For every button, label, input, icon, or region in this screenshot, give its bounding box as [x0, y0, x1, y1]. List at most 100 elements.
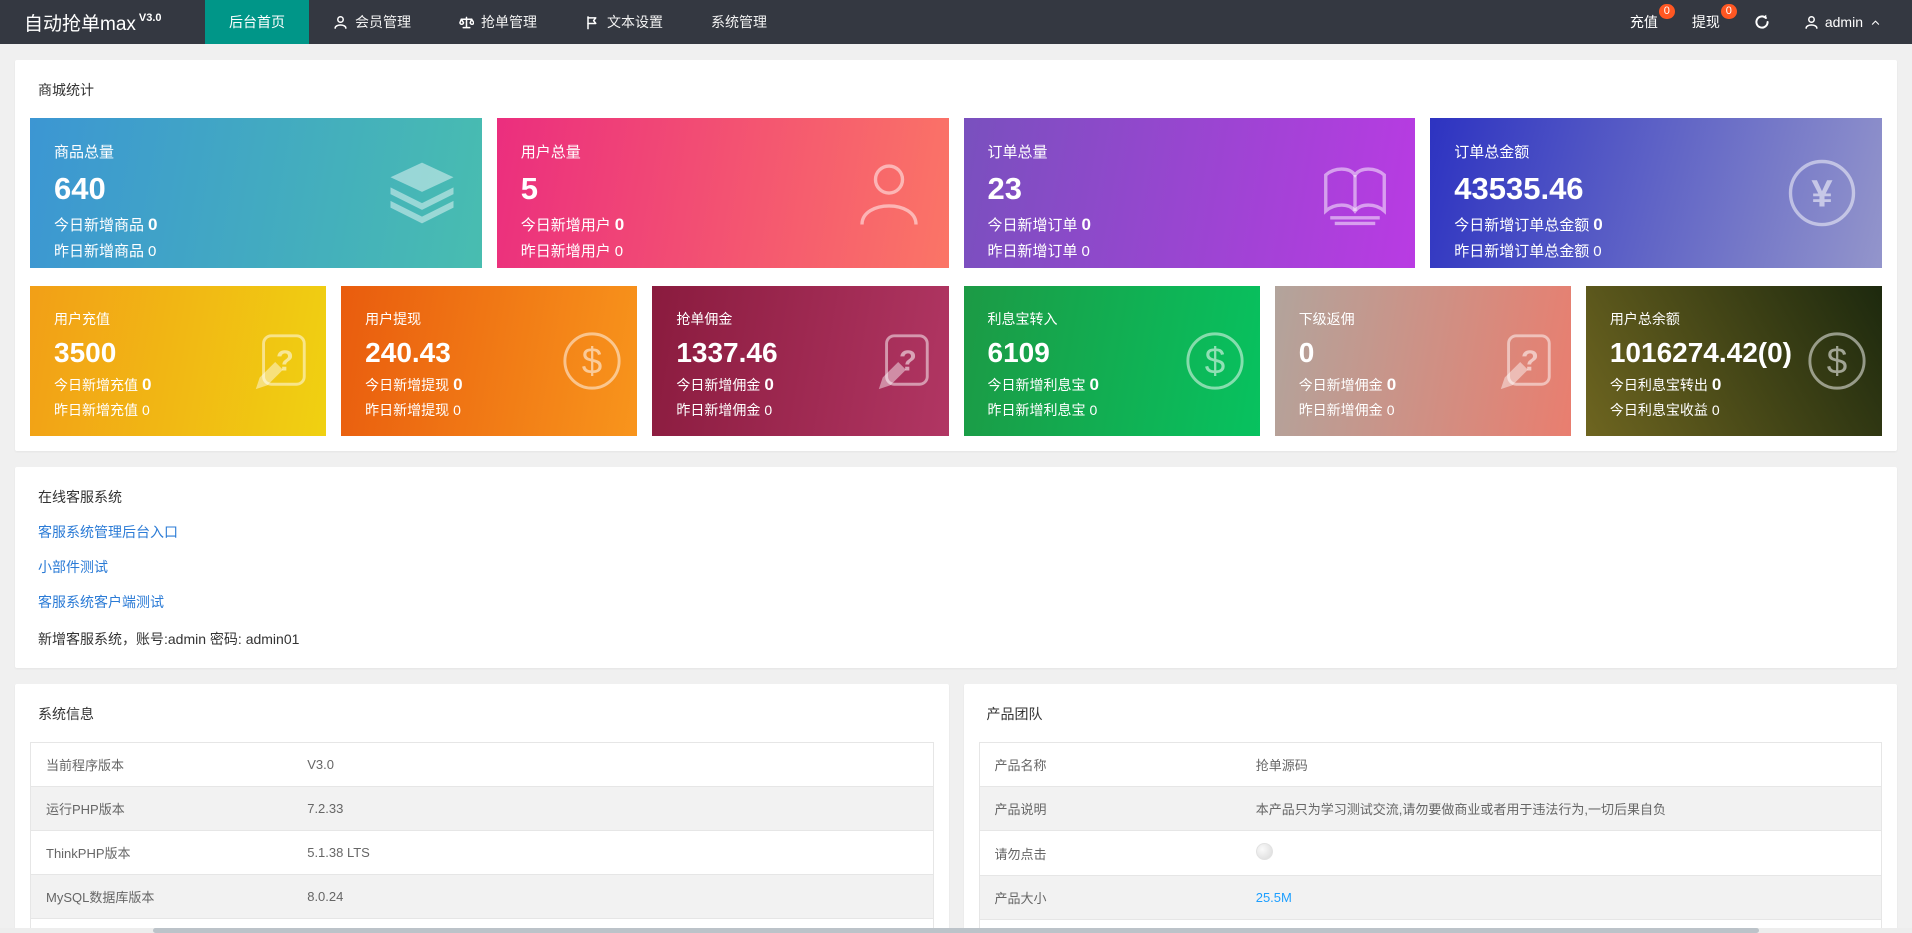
product-team-title: 产品团队 [986, 706, 1043, 722]
stat-yesterday-line: 今日利息宝收益 0 [1610, 400, 1858, 420]
stat-today-label: 今日新增佣金 [1298, 377, 1383, 393]
online-service-title: 在线客服系统 [38, 489, 122, 505]
person-icon [859, 164, 918, 225]
stat-card-products: 商品总量 640 今日新增商品 0 昨日新增商品 0 [30, 118, 482, 268]
widget-test-link[interactable]: 小部件测试 [38, 557, 108, 577]
tab-system[interactable]: 系统管理 [687, 0, 791, 44]
table-row: ThinkPHP版本 5.1.38 LTS [30, 830, 933, 875]
user-icon [334, 15, 347, 29]
row-label: 请勿点击 [979, 830, 1241, 876]
recharge-button[interactable]: 充值 0 [1613, 0, 1675, 44]
recharge-badge: 0 [1658, 4, 1675, 19]
stat-yesterday-line: 昨日新增佣金 0 [676, 400, 924, 420]
chevron-up-icon [1871, 20, 1880, 25]
stat-today-value: 0 [764, 375, 774, 394]
stat-yesterday-value: 0 [614, 243, 624, 260]
stat-yesterday-value: 0 [148, 243, 157, 260]
system-info-table: 当前程序版本 V3.0 运行PHP版本 7.2.33 ThinkPHP版本 5.… [30, 742, 934, 933]
stat-yesterday-label: 昨日新增提现 [365, 402, 450, 418]
stat-yesterday-value: 0 [1711, 402, 1720, 418]
tab-text-settings-label: 文本设置 [607, 14, 663, 30]
service-client-test-link[interactable]: 客服系统客户端测试 [38, 592, 164, 612]
stat-yesterday-value: 0 [453, 402, 461, 418]
stat-yesterday-line: 昨日新增提现 0 [365, 400, 613, 420]
table-row: 请勿点击 [979, 830, 1882, 876]
row-label: 运行PHP版本 [30, 786, 293, 831]
stat-today-value: 0 [1386, 375, 1397, 394]
stat-today-label: 今日新增用户 [520, 217, 611, 234]
stat-card-order-amount: 订单总金额 43535.46 今日新增订单总金额 0 昨日新增订单总金额 0 ¥ [1430, 118, 1882, 268]
stat-card-order-commission: 抢单佣金 1337.46 今日新增佣金 0 昨日新增佣金 0 ? [652, 286, 949, 436]
tab-orders[interactable]: 抢单管理 [435, 0, 561, 44]
stat-today-value: 0 [453, 375, 463, 394]
brand-version: V3.0 [138, 12, 162, 24]
stat-card-users: 用户总量 5 今日新增用户 0 昨日新增用户 0 [496, 118, 949, 268]
row-value: 抢单源码 [1240, 742, 1882, 787]
tab-members[interactable]: 会员管理 [309, 0, 435, 44]
horizontal-scrollbar [0, 928, 1912, 933]
product-team-table: 产品名称 抢单源码 产品说明 本产品只为学习测试交流,请勿要做商业或者用于违法行… [978, 742, 1882, 933]
tab-system-label: 系统管理 [711, 14, 767, 30]
emoji-icon[interactable] [1255, 843, 1273, 860]
stat-yesterday-value: 0 [142, 402, 150, 418]
tab-dashboard-label: 后台首页 [229, 14, 285, 30]
stat-title: 下级返佣 [1298, 311, 1355, 327]
row-label: MySQL数据库版本 [30, 874, 293, 919]
svg-text:$: $ [1204, 341, 1224, 382]
row-label: 产品说明 [979, 786, 1241, 831]
stat-yesterday-line: 昨日新增充值 0 [54, 400, 302, 420]
user-icon [1805, 15, 1818, 29]
svg-text:¥: ¥ [1811, 173, 1833, 216]
table-row: 当前程序版本 V3.0 [30, 742, 933, 787]
row-value: V3.0 [292, 742, 933, 787]
stat-card-user-withdraw: 用户提现 240.43 今日新增提现 0 昨日新增提现 0 $ [341, 286, 638, 436]
mall-stats-panel: 商城统计 商品总量 640 今日新增商品 0 昨日新增商品 0 用户总量 5 今日新… [15, 60, 1897, 451]
horizontal-scrollbar-thumb[interactable] [152, 928, 1760, 933]
stat-yesterday-line: 昨日新增订单 0 [988, 240, 1392, 261]
stat-title: 用户总余额 [1609, 311, 1680, 327]
order-question-icon: ? [255, 334, 306, 390]
stat-yesterday-value: 0 [1089, 402, 1098, 418]
stats-row-1: 商品总量 640 今日新增商品 0 昨日新增商品 0 用户总量 5 今日新增用户 0 … [30, 118, 1882, 268]
stat-card-interest-in: 利息宝转入 6109 今日新增利息宝 0 昨日新增利息宝 0 $ [963, 286, 1260, 436]
service-admin-link[interactable]: 客服系统管理后台入口 [38, 522, 178, 542]
withdraw-button[interactable]: 提现 0 [1675, 0, 1737, 44]
dollar-circle-icon: $ [563, 332, 621, 390]
brand-logo: 自动抢单max V3.0 [0, 0, 205, 44]
product-size-link[interactable]: 25.5M [1256, 890, 1292, 905]
order-question-icon: ? [878, 334, 929, 390]
order-question-icon: ? [1500, 334, 1551, 390]
layers-icon [390, 162, 454, 224]
table-row: 产品大小 25.5M [979, 875, 1882, 920]
withdraw-label: 提现 [1691, 14, 1720, 30]
tab-text-settings[interactable]: 文本设置 [561, 0, 687, 44]
book-icon [1324, 167, 1387, 226]
tab-dashboard[interactable]: 后台首页 [205, 0, 309, 44]
mall-stats-title: 商城统计 [38, 82, 94, 98]
top-navbar: 自动抢单max V3.0 后台首页 会员管理 抢单管理 文本设置 系统管理 充值… [0, 0, 1912, 44]
stat-today-value: 0 [142, 375, 152, 394]
stat-card-user-recharge: 用户充值 3500 今日新增充值 0 昨日新增充值 0 ? [30, 286, 327, 436]
row-value: 本产品只为学习测试交流,请勿要做商业或者用于违法行为,一切后果自负 [1240, 786, 1882, 831]
refresh-button[interactable] [1737, 0, 1787, 44]
stat-yesterday-line: 昨日新增利息宝 0 [988, 400, 1236, 420]
row-label: 产品名称 [979, 742, 1241, 787]
stat-yesterday-value: 0 [764, 402, 773, 418]
dollar-circle-icon: $ [1808, 332, 1866, 390]
navbar-right: 充值 0 提现 0 admin [1613, 0, 1912, 44]
username-label: admin [1824, 14, 1863, 30]
system-info-title: 系统信息 [38, 706, 94, 722]
yen-circle-icon: ¥ [1788, 159, 1856, 227]
stat-yesterday-value: 0 [1386, 402, 1395, 418]
user-menu[interactable]: admin [1787, 0, 1898, 44]
stat-yesterday-label: 昨日新增佣金 [1298, 402, 1383, 418]
stat-yesterday-label: 昨日新增订单 [987, 243, 1078, 260]
stat-today-value: 0 [1081, 215, 1091, 234]
stat-today-value: 0 [148, 215, 158, 234]
row-value: 7.2.33 [292, 786, 933, 831]
stat-title: 用户提现 [365, 311, 422, 327]
tab-orders-label: 抢单管理 [481, 14, 537, 30]
nav-tabs: 后台首页 会员管理 抢单管理 文本设置 系统管理 [205, 0, 791, 44]
bottom-panels: 系统信息 当前程序版本 V3.0 运行PHP版本 7.2.33 ThinkPHP… [15, 684, 1897, 933]
stat-yesterday-label: 今日利息宝收益 [1609, 402, 1708, 418]
